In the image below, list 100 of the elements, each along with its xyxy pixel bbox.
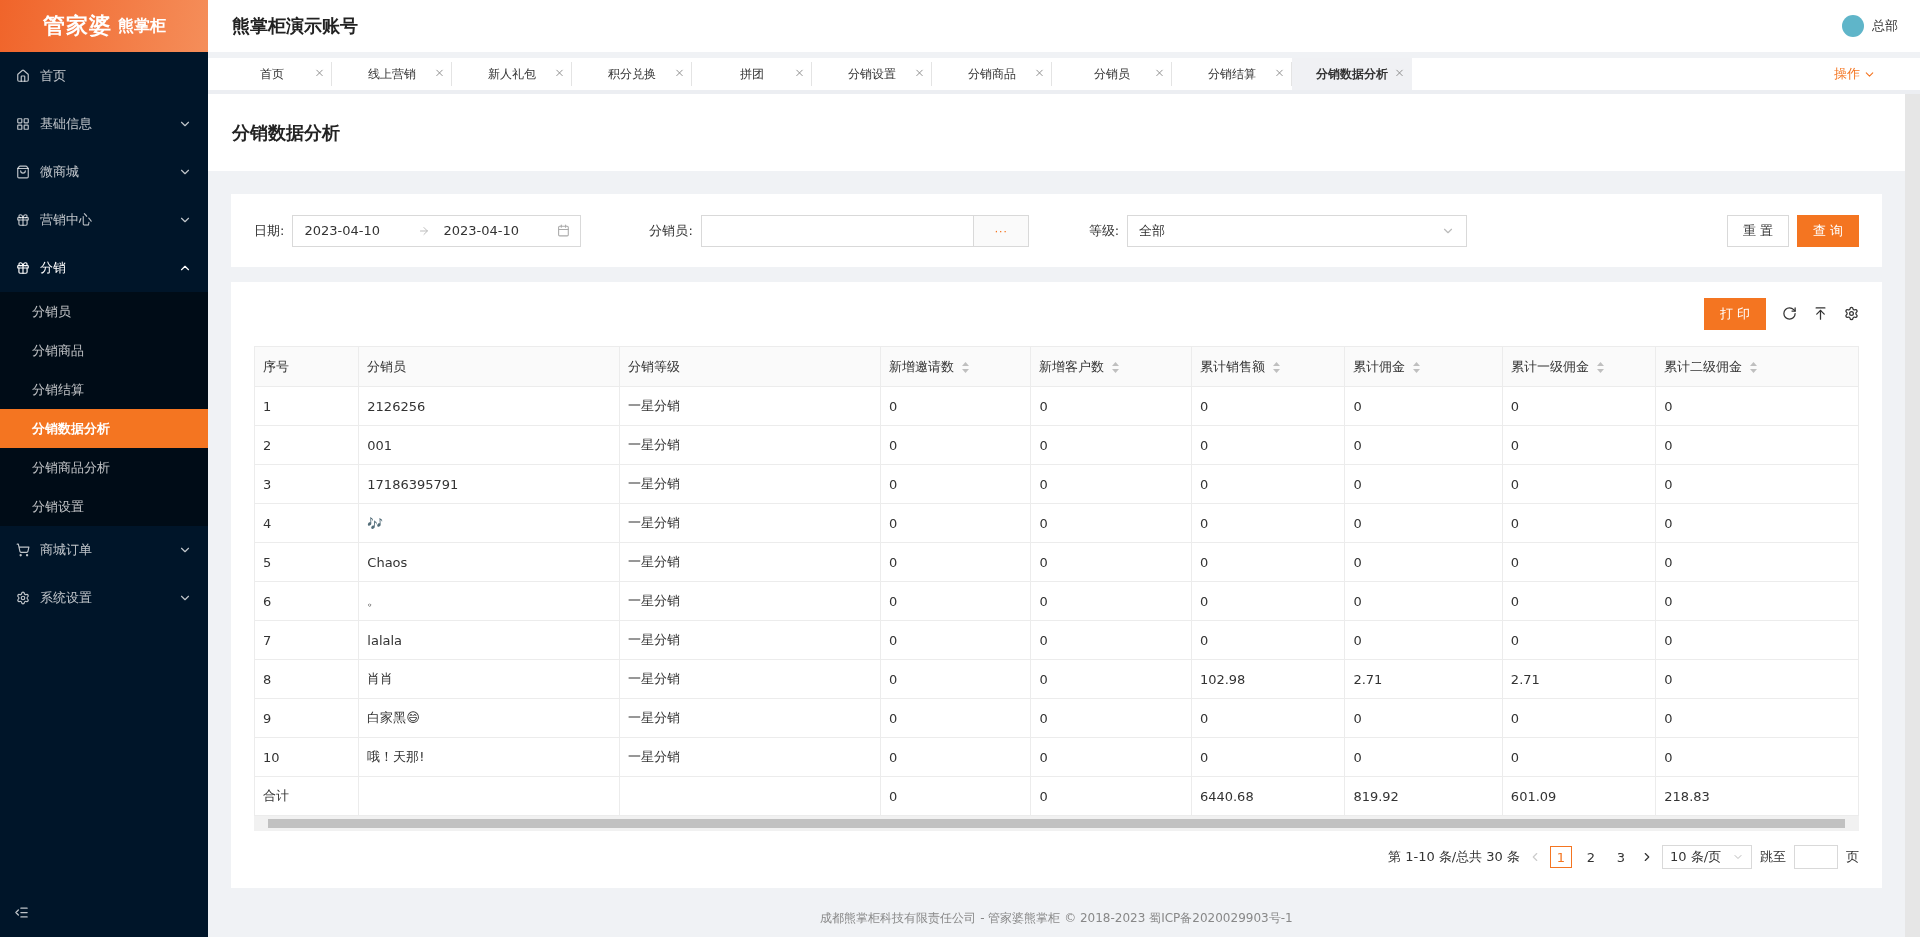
logo-product: 熊掌柜 <box>117 15 166 37</box>
table-cell: 0 <box>1030 659 1192 699</box>
table-cell: 0 <box>880 698 1031 738</box>
pagination-summary: 第 1-10 条/总共 30 条 <box>1388 848 1520 866</box>
table-cell: 。 <box>358 581 620 621</box>
table-cell: 001 <box>358 425 620 465</box>
table-cell: 0 <box>1191 581 1345 621</box>
table-cell: 0 <box>1030 503 1192 543</box>
user-name[interactable]: 总部 <box>1872 17 1898 35</box>
table-cell: 0 <box>880 386 1031 426</box>
menu-item[interactable]: 分销 <box>0 244 208 292</box>
table-cell: 0 <box>880 464 1031 504</box>
table-cell: 8 <box>254 659 359 699</box>
table-cell: 0 <box>880 542 1031 582</box>
submenu-item[interactable]: 分销员 <box>0 292 208 331</box>
column-header: 累计销售额 <box>1191 346 1345 387</box>
table-cell: 5 <box>254 542 359 582</box>
menu-item[interactable]: 系统设置 <box>0 574 208 622</box>
date-range-field[interactable]: 2023-04-10 2023-04-10 <box>292 214 582 247</box>
page-tab[interactable]: 分销数据分析 <box>1292 58 1412 90</box>
table-cell: 0 <box>1030 386 1192 426</box>
table-cell: 0 <box>1191 386 1345 426</box>
table-cell: 0 <box>1344 737 1503 777</box>
table-cell: 0 <box>1191 503 1345 543</box>
table-cell: 0 <box>1344 425 1503 465</box>
table-cell: 0 <box>1030 620 1192 660</box>
submenu-item[interactable]: 分销设置 <box>0 487 208 526</box>
table-cell: 0 <box>1502 425 1656 465</box>
table-cell: 0 <box>1655 542 1859 582</box>
table-cell: 2.71 <box>1502 659 1656 699</box>
table-cell: 一星分销 <box>619 620 881 660</box>
table-cell: 0 <box>1502 464 1656 504</box>
submenu-item[interactable]: 分销结算 <box>0 370 208 409</box>
distributor-label: 分销员: <box>649 221 693 240</box>
page-number[interactable]: 3 <box>1610 846 1632 868</box>
column-header: 分销员 <box>358 346 620 387</box>
table-cell: 0 <box>1344 620 1503 660</box>
column-header: 累计佣金 <box>1344 346 1503 387</box>
menu-item[interactable]: 首页 <box>0 52 208 100</box>
table-cell: 0 <box>1191 698 1345 738</box>
table-cell: Chaos <box>358 542 620 582</box>
menu-item[interactable]: 微商城 <box>0 148 208 196</box>
table-cell: 0 <box>880 581 1031 621</box>
submenu-item[interactable]: 分销商品 <box>0 331 208 370</box>
page-title: 分销数据分析 <box>208 94 1905 171</box>
total-cell: 6440.68 <box>1191 776 1345 816</box>
table-cell: 0 <box>880 425 1031 465</box>
submenu-item[interactable]: 分销商品分析 <box>0 448 208 487</box>
jump-label: 跳至 <box>1760 848 1786 866</box>
table-cell: 0 <box>1655 386 1859 426</box>
level-label: 等级: <box>1088 221 1120 240</box>
table-cell: 🎶 <box>358 503 620 543</box>
column-header: 序号 <box>254 346 359 387</box>
table-cell: 0 <box>1655 737 1859 777</box>
table-cell: 0 <box>1030 698 1192 738</box>
table-cell: 0 <box>1655 659 1859 699</box>
table-cell: 白家黑😄 <box>358 698 620 738</box>
total-cell: 0 <box>1030 776 1192 816</box>
total-cell: 601.09 <box>1502 776 1656 816</box>
table-cell: 一星分销 <box>619 737 881 777</box>
column-header: 累计二级佣金 <box>1655 346 1859 387</box>
table-cell: 2126256 <box>358 386 620 426</box>
table-cell: 肖肖 <box>358 659 620 699</box>
table-cell: 0 <box>1344 464 1503 504</box>
menu-item[interactable]: 商城订单 <box>0 526 208 574</box>
table-cell: 0 <box>1030 464 1192 504</box>
table-cell: 一星分销 <box>619 659 881 699</box>
table-cell: 2.71 <box>1344 659 1503 699</box>
table-cell: 0 <box>1655 503 1859 543</box>
table-cell: 0 <box>1502 386 1656 426</box>
page-number[interactable]: 2 <box>1580 846 1602 868</box>
table-cell: 0 <box>1655 698 1859 738</box>
reset-button[interactable]: 重 置 <box>1726 214 1789 247</box>
table-cell: 哦！天那! <box>358 737 620 777</box>
table-cell: lalala <box>358 620 620 660</box>
menu-item[interactable]: 营销中心 <box>0 196 208 244</box>
table-cell: 一星分销 <box>619 386 881 426</box>
date-label: 日期: <box>254 221 285 240</box>
table-cell: 0 <box>1502 698 1656 738</box>
table-cell: 0 <box>1344 542 1503 582</box>
table-cell: 6 <box>254 581 359 621</box>
table-cell: 0 <box>1191 425 1345 465</box>
table-cell: 0 <box>1655 620 1859 660</box>
table-cell: 0 <box>1502 581 1656 621</box>
table-cell: 0 <box>1191 542 1345 582</box>
table-cell: 0 <box>1030 581 1192 621</box>
table-cell: 0 <box>1191 620 1345 660</box>
level-select[interactable]: 全部 <box>1127 214 1468 247</box>
table-cell: 一星分销 <box>619 425 881 465</box>
account-title: 熊掌柜演示账号 <box>232 14 359 38</box>
menu-item[interactable]: 基础信息 <box>0 100 208 148</box>
table-cell: 9 <box>254 698 359 738</box>
table-cell: 0 <box>1502 503 1656 543</box>
table-cell: 0 <box>1344 581 1503 621</box>
table-cell: 0 <box>1030 425 1192 465</box>
table-cell: 一星分销 <box>619 503 881 543</box>
table-cell: 1 <box>254 386 359 426</box>
column-header: 累计一级佣金 <box>1502 346 1656 387</box>
table-cell: 2 <box>254 425 359 465</box>
page-size-select[interactable]: 10 条/页 <box>1662 845 1752 869</box>
